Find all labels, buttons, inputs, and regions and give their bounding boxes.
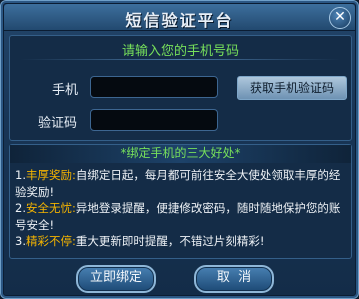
phone-prompt: 请输入您的手机号码	[121, 44, 239, 59]
code-input[interactable]	[90, 109, 218, 131]
benefits-header: *绑定手机的三大好处*	[10, 145, 351, 163]
cancel-button[interactable]: 取 消	[194, 265, 274, 293]
benefit-title: 安全无忧:	[25, 201, 76, 215]
dialog-title: 短信验证平台	[125, 11, 234, 30]
benefit-text: 重大更新即时提醒，不错过片刻精彩!	[75, 234, 265, 248]
close-icon: ✕	[334, 9, 346, 25]
benefits-list: 1.丰厚奖励:自绑定日起，每月都可前往安全大使处领取丰厚的经验奖励! 2.安全无…	[15, 167, 349, 250]
close-button[interactable]: ✕	[329, 7, 351, 29]
code-label: 验证码	[38, 116, 78, 131]
benefits-panel: *绑定手机的三大好处* 1.丰厚奖励:自绑定日起，每月都可前往安全大使处领取丰厚…	[9, 144, 352, 259]
bind-now-button[interactable]: 立即绑定	[76, 265, 156, 293]
divider	[20, 59, 341, 60]
phone-label: 手机	[52, 83, 79, 98]
benefit-item: 3.精彩不停:重大更新即时提醒，不错过片刻精彩!	[15, 234, 265, 248]
sms-verification-dialog: 短信验证平台 ✕ 请输入您的手机号码 手机 获取手机验证码 验证码 *绑定手机的…	[0, 0, 359, 299]
phone-form-panel: 请输入您的手机号码 手机 获取手机验证码 验证码	[9, 35, 352, 141]
benefit-item: 2.安全无忧:异地登录提醒，便捷修改密码，随时随地保护您的账号安全!	[15, 201, 341, 232]
benefit-title: 精彩不停:	[25, 234, 76, 248]
title-bar: 短信验证平台 ✕	[4, 4, 355, 31]
get-code-button[interactable]: 获取手机验证码	[237, 76, 347, 100]
benefit-item: 1.丰厚奖励:自绑定日起，每月都可前往安全大使处领取丰厚的经验奖励!	[15, 168, 341, 199]
benefit-title: 丰厚奖励:	[25, 168, 76, 182]
phone-input[interactable]	[90, 76, 218, 98]
